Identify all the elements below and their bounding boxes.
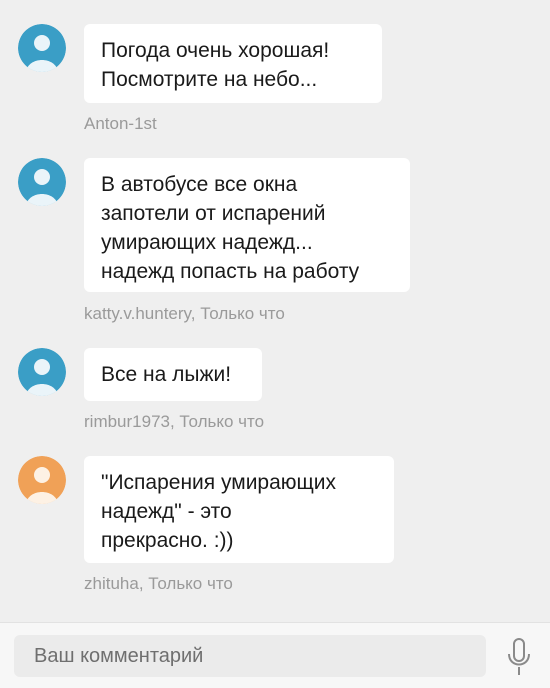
- comment-author[interactable]: Anton-1st: [84, 114, 157, 134]
- comment-author[interactable]: rimbur1973, Только что: [84, 412, 264, 432]
- comment-text-line: В автобусе все окна: [101, 173, 298, 196]
- comment-text-line: Посмотрите на небо...: [101, 68, 318, 91]
- comment-text-line: "Испарения умирающих: [101, 471, 337, 494]
- comment-author[interactable]: katty.v.huntery, Только что: [84, 304, 285, 324]
- comment-author[interactable]: zhituha, Только что: [84, 574, 233, 594]
- comment-composer: Ваш комментарий: [0, 622, 550, 688]
- user-avatar-icon[interactable]: [18, 348, 66, 396]
- comment-text-line: запотели от испарений: [101, 202, 326, 225]
- user-avatar-icon[interactable]: [18, 456, 66, 504]
- comment-text-line: надежд" - это: [101, 500, 232, 523]
- comment-bubble: "Испарения умирающих надежд" - это прекр…: [84, 456, 394, 563]
- comment-bubble: Все на лыжи!: [84, 348, 262, 401]
- comment-feed: Погода очень хорошая! Посмотрите на небо…: [0, 0, 550, 622]
- comment-text-line: надежд попасть на работу: [101, 260, 360, 283]
- user-avatar-icon[interactable]: [18, 24, 66, 72]
- comment-bubble: Погода очень хорошая! Посмотрите на небо…: [84, 24, 382, 103]
- comment-text-line: Погода очень хорошая!: [101, 39, 330, 62]
- microphone-icon[interactable]: [504, 637, 534, 677]
- comment-bubble: В автобусе все окна запотели от испарени…: [84, 158, 410, 292]
- comment-text-line: Все на лыжи!: [101, 363, 232, 386]
- comment-text-line: умирающих надежд...: [101, 231, 313, 254]
- comment-text-line: прекрасно. :)): [101, 529, 234, 552]
- comment-input[interactable]: Ваш комментарий: [14, 635, 486, 677]
- user-avatar-icon[interactable]: [18, 158, 66, 206]
